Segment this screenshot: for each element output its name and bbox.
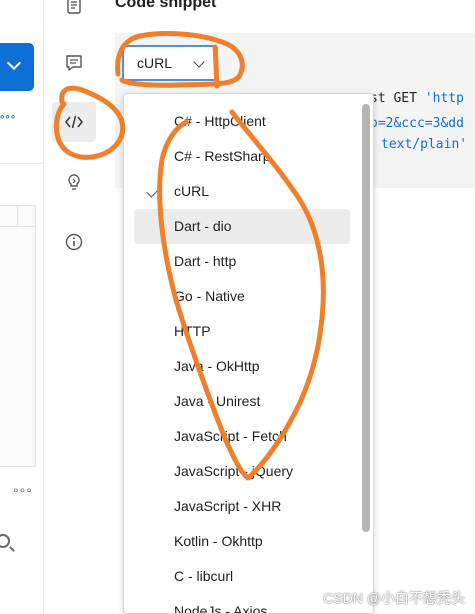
table-column-divider: [17, 206, 18, 226]
watermark: CSDN @小白不想秃头: [323, 590, 465, 606]
dropdown-item-label: Dart - dio: [174, 218, 232, 234]
lightbulb-icon: [68, 174, 80, 190]
right-sidebar: [44, 0, 105, 614]
dropdown-scrollbar[interactable]: [362, 104, 370, 532]
code-line-3: text/plain': [381, 137, 468, 152]
code-line-1: st GET 'http: [370, 91, 464, 106]
dropdown-item[interactable]: HTTP: [124, 314, 360, 349]
dropdown-item[interactable]: JavaScript - Fetch: [124, 419, 360, 454]
dropdown-item[interactable]: C# - RestSharp: [124, 139, 360, 174]
document-icon: [67, 0, 81, 14]
dropdown-item-label: C - libcurl: [174, 568, 234, 584]
dropdown-item[interactable]: C# - HttpClient: [124, 104, 360, 139]
dropdown-item-label: JavaScript - XHR: [174, 498, 282, 514]
sidebar-item-code[interactable]: [52, 102, 96, 142]
dropdown-item-label: C# - RestSharp: [174, 148, 271, 164]
dropdown-item-label: JavaScript - Fetch: [174, 428, 287, 444]
dropdown-item-label: C# - HttpClient: [174, 113, 266, 129]
dropdown-item[interactable]: Java - OkHttp: [124, 349, 360, 384]
info-icon: [65, 233, 83, 251]
code-icon: [65, 115, 83, 129]
dropdown-item-label: Java - Unirest: [174, 393, 261, 409]
chevron-down-icon: [6, 55, 22, 71]
sidebar-item-documentation[interactable]: [52, 0, 96, 25]
language-select[interactable]: cURL: [122, 45, 218, 81]
code-line-1-string: 'http: [424, 91, 464, 106]
sidebar-item-insights[interactable]: [52, 162, 96, 202]
left-panel: °°° °°°: [0, 0, 44, 614]
comment-icon: [66, 55, 82, 71]
dropdown-item[interactable]: Kotlin - Okhttp: [124, 524, 360, 559]
dropdown-item[interactable]: cURL: [124, 174, 360, 209]
code-line-2: o=2&ccc=3&dd: [370, 116, 464, 131]
dropdown-item[interactable]: JavaScript - XHR: [124, 489, 360, 524]
dropdown-list: C# - HttpClient C# - RestSharp cURL Dart - …: [124, 104, 360, 614]
dropdown-item-label: cURL: [174, 183, 210, 199]
chevron-down-icon: [193, 56, 205, 68]
expand-button[interactable]: [0, 43, 34, 91]
dropdown-item-label: Kotlin - Okhttp: [174, 533, 263, 549]
dropdown-item-label: JavaScript - jQuery: [174, 463, 294, 479]
dropdown-item-label: Java - OkHttp: [174, 358, 260, 374]
divider: [0, 163, 43, 164]
dropdown-item[interactable]: Dart - dio: [134, 209, 350, 244]
dropdown-item-label: HTTP: [174, 323, 211, 339]
dropdown-item[interactable]: Java - Unirest: [124, 384, 360, 419]
sidebar-item-comments[interactable]: [52, 43, 96, 83]
page-title: Code snippet: [115, 0, 217, 11]
dropdown-item[interactable]: JavaScript - jQuery: [124, 454, 360, 489]
left-panel-table: [0, 205, 36, 467]
dropdown-item-label: Dart - http: [174, 253, 237, 269]
language-select-value: cURL: [137, 55, 173, 71]
dropdown-item-label: NodeJs - Axios: [174, 603, 268, 614]
check-icon: [146, 183, 161, 198]
sidebar-item-info[interactable]: [52, 222, 96, 262]
dropdown-item[interactable]: Go - Native: [124, 279, 360, 314]
language-dropdown: C# - HttpClient C# - RestSharp cURL Dart - …: [123, 93, 374, 614]
search-icon[interactable]: [0, 534, 10, 548]
table-header-divider: [0, 226, 35, 227]
dropdown-item[interactable]: Dart - http: [124, 244, 360, 279]
blue-dots-text[interactable]: °°°: [0, 114, 16, 126]
code-line-1-text: st GET: [370, 91, 425, 106]
dropdown-item-label: Go - Native: [174, 288, 245, 304]
more-options-icon[interactable]: °°°: [13, 485, 33, 501]
